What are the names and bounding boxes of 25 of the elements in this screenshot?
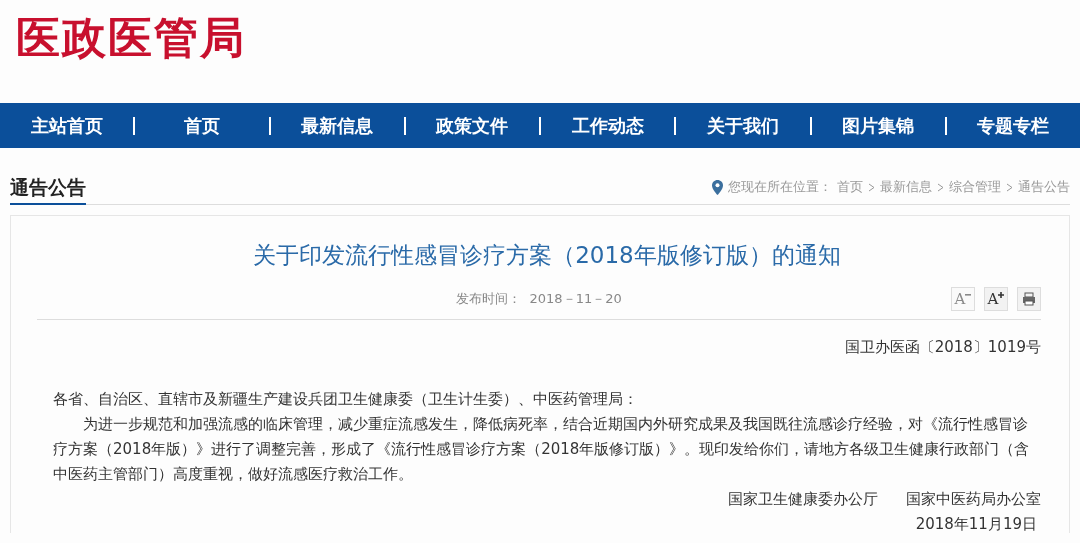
nav-link[interactable]: 专题专栏	[946, 116, 1080, 135]
body-paragraph: 为进一步规范和加强流感的临床管理，减少重症流感发生，降低病死率，结合近期国内外研究成果及我国既往流感诊疗经验，对《流行性感冒诊疗方案（2018年版）》进行了调整完善，形成了《流行性感冒诊疗方案（2018年版修订版）》。现印发给你们，请地方各级卫生健康行政部门（含中医药主管部门）高度重视，做好流感医疗救治工作。	[53, 414, 1031, 485]
nav-link[interactable]: 政策文件	[405, 116, 541, 135]
publish-date: 发布时间： 2018－11－20	[456, 290, 622, 308]
issue-date: 2018年11月19日	[914, 514, 1038, 533]
nav-link[interactable]: 图片集锦	[811, 116, 947, 135]
nav-link[interactable]: 关于我们	[676, 116, 812, 135]
nav-link[interactable]: 工作动态	[541, 116, 677, 135]
document-number: 国卫办医函〔2018〕1019号	[843, 338, 1041, 357]
breadcrumb-label: 您现在所在位置：	[728, 178, 832, 196]
location-pin-icon	[712, 179, 723, 195]
print-button[interactable]	[1017, 287, 1041, 311]
plus-icon	[998, 292, 1005, 298]
site-title: 医政医管局	[16, 11, 246, 65]
nav-link[interactable]: 首页	[135, 116, 271, 135]
nav-link[interactable]: 最新信息	[270, 116, 406, 135]
issuer-name: 国家中医药局办公室	[906, 489, 1041, 510]
section-title: 通告公告	[10, 175, 86, 205]
minus-icon	[965, 292, 972, 298]
nav-link[interactable]: 主站首页	[0, 116, 136, 135]
increase-font-button[interactable]: A	[984, 287, 1008, 311]
article-title: 关于印发流行性感冒诊疗方案（2018年版修订版）的通知	[252, 241, 842, 270]
issuer-name: 国家卫生健康委办公厅	[728, 489, 878, 510]
salutation: 各省、自治区、直辖市及新疆生产建设兵团卫生健康委（卫生计生委）、中医药管理局：	[53, 389, 639, 410]
print-icon	[1022, 292, 1036, 306]
